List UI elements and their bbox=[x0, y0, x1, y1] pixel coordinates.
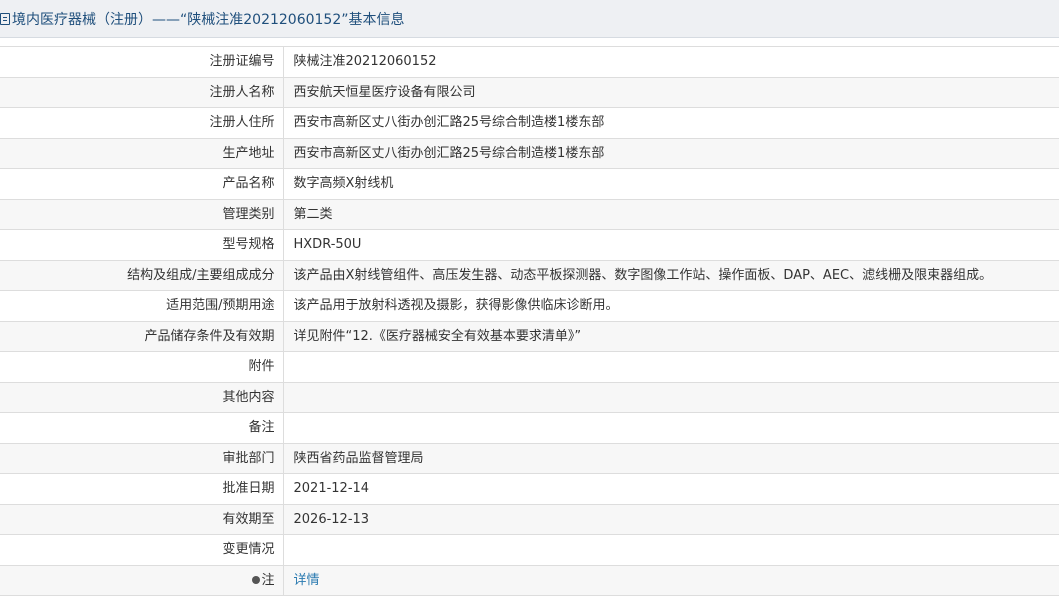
row-value: 数字高频X射线机 bbox=[283, 168, 1059, 200]
table-row: 生产地址 西安市高新区丈八街办创汇路25号综合制造楼1楼东部 bbox=[0, 137, 1059, 169]
row-value: 陕械注准20212060152 bbox=[283, 46, 1059, 78]
row-value: 详见附件“12.《医疗器械安全有效基本要求清单》” bbox=[283, 320, 1059, 352]
row-value: 第二类 bbox=[283, 198, 1059, 230]
table-row: 附件 bbox=[0, 351, 1059, 383]
row-label: 型号规格 bbox=[0, 229, 284, 261]
page: 境内医疗器械（注册）——“陕械注准20212060152”基本信息 注册证编号 … bbox=[0, 0, 1059, 604]
row-value: 2026-12-13 bbox=[283, 503, 1059, 535]
table-row: 适用范围/预期用途 该产品用于放射科透视及摄影，获得影像供临床诊断用。 bbox=[0, 290, 1059, 322]
row-value bbox=[283, 381, 1059, 413]
row-label: 其他内容 bbox=[0, 381, 284, 413]
table-row: 其他内容 bbox=[0, 381, 1059, 413]
note-value-cell: 详情 bbox=[283, 564, 1059, 596]
info-table-wrap: 注册证编号 陕械注准20212060152 注册人名称 西安航天恒星医疗设备有限… bbox=[0, 46, 1059, 596]
row-value bbox=[283, 534, 1059, 566]
table-row: 备注 bbox=[0, 412, 1059, 444]
page-title: 境内医疗器械（注册）——“陕械注准20212060152”基本信息 bbox=[12, 11, 405, 28]
row-label: 审批部门 bbox=[0, 442, 284, 474]
row-value bbox=[283, 351, 1059, 383]
table-row: 型号规格 HXDR-50U bbox=[0, 229, 1059, 261]
row-label: 管理类别 bbox=[0, 198, 284, 230]
table-row: 注册证编号 陕械注准20212060152 bbox=[0, 46, 1059, 78]
note-label: 注 bbox=[252, 566, 275, 595]
title-bar: 境内医疗器械（注册）——“陕械注准20212060152”基本信息 bbox=[0, 0, 1059, 38]
row-label: 产品储存条件及有效期 bbox=[0, 320, 284, 352]
row-value: 西安航天恒星医疗设备有限公司 bbox=[283, 76, 1059, 108]
row-label: 备注 bbox=[0, 412, 284, 444]
table-row: 注册人名称 西安航天恒星医疗设备有限公司 bbox=[0, 76, 1059, 108]
row-label: 生产地址 bbox=[0, 137, 284, 169]
note-label-cell: 注 bbox=[0, 564, 284, 596]
row-value: 西安市高新区丈八街办创汇路25号综合制造楼1楼东部 bbox=[283, 107, 1059, 139]
table-row: 管理类别 第二类 bbox=[0, 198, 1059, 230]
row-label: 附件 bbox=[0, 351, 284, 383]
table-row: 产品储存条件及有效期 详见附件“12.《医疗器械安全有效基本要求清单》” bbox=[0, 320, 1059, 352]
table-row: 有效期至 2026-12-13 bbox=[0, 503, 1059, 535]
note-label-text: 注 bbox=[261, 572, 275, 588]
table-row: 结构及组成/主要组成成分 该产品由X射线管组件、高压发生器、动态平板探测器、数字… bbox=[0, 259, 1059, 291]
row-value: 陕西省药品监督管理局 bbox=[283, 442, 1059, 474]
row-label: 产品名称 bbox=[0, 168, 284, 200]
row-value bbox=[283, 412, 1059, 444]
row-label: 注册人住所 bbox=[0, 107, 284, 139]
row-label: 注册人名称 bbox=[0, 76, 284, 108]
row-value: 该产品用于放射科透视及摄影，获得影像供临床诊断用。 bbox=[283, 290, 1059, 322]
row-label: 变更情况 bbox=[0, 534, 284, 566]
row-label: 注册证编号 bbox=[0, 46, 284, 78]
table-row: 变更情况 bbox=[0, 534, 1059, 566]
row-label: 适用范围/预期用途 bbox=[0, 290, 284, 322]
row-value: 2021-12-14 bbox=[283, 473, 1059, 505]
table-row: 批准日期 2021-12-14 bbox=[0, 473, 1059, 505]
row-value: 西安市高新区丈八街办创汇路25号综合制造楼1楼东部 bbox=[283, 137, 1059, 169]
row-value: 该产品由X射线管组件、高压发生器、动态平板探测器、数字图像工作站、操作面板、DA… bbox=[283, 259, 1059, 291]
table-row-note: 注 详情 bbox=[0, 564, 1059, 596]
info-table: 注册证编号 陕械注准20212060152 注册人名称 西安航天恒星医疗设备有限… bbox=[0, 46, 1059, 596]
table-row: 注册人住所 西安市高新区丈八街办创汇路25号综合制造楼1楼东部 bbox=[0, 107, 1059, 139]
table-row: 审批部门 陕西省药品监督管理局 bbox=[0, 442, 1059, 474]
bullet-icon bbox=[252, 576, 261, 584]
row-label: 批准日期 bbox=[0, 473, 284, 505]
table-row: 产品名称 数字高频X射线机 bbox=[0, 168, 1059, 200]
document-icon bbox=[0, 12, 10, 25]
details-link[interactable]: 详情 bbox=[294, 573, 320, 588]
row-label: 有效期至 bbox=[0, 503, 284, 535]
row-value: HXDR-50U bbox=[283, 229, 1059, 261]
row-label: 结构及组成/主要组成成分 bbox=[0, 259, 284, 291]
